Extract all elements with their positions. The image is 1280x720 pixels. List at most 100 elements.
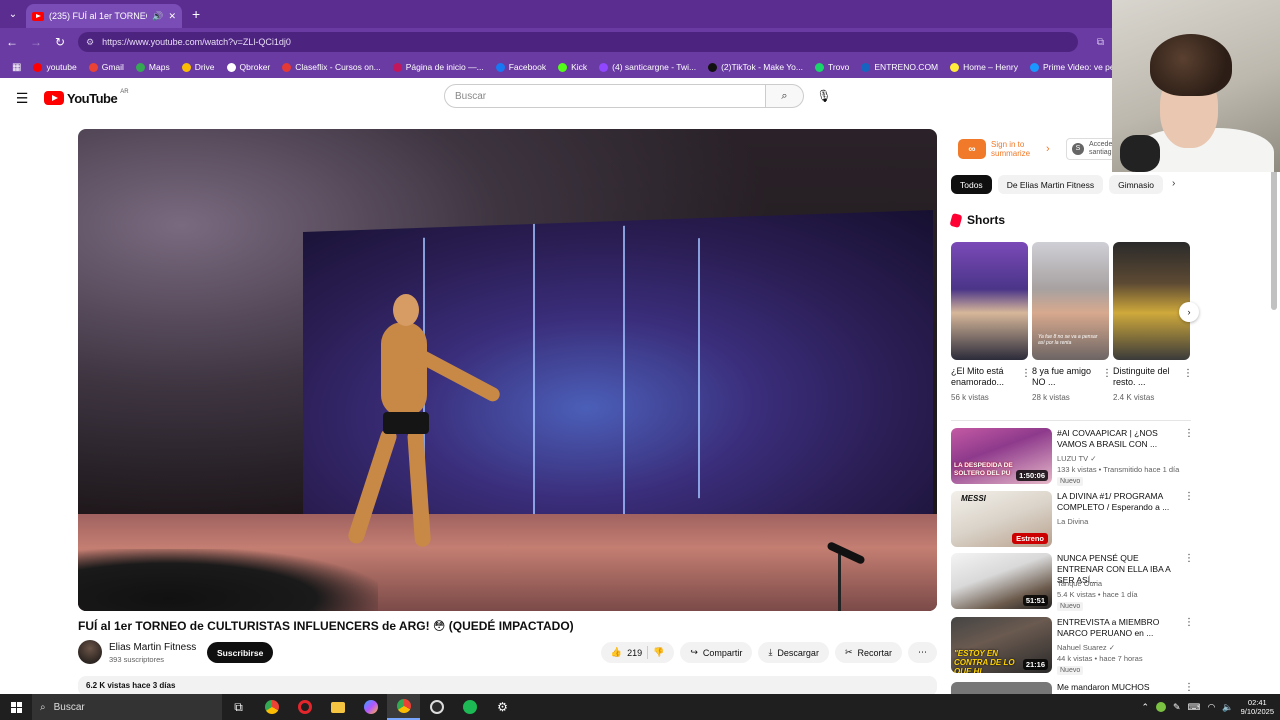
chips-next-chevron-icon[interactable]: › — [1172, 178, 1175, 189]
recommended-video[interactable]: MESSI Estreno LA DIVINA #1/ PROGRAMA COM… — [951, 491, 1194, 549]
obs-icon[interactable] — [420, 694, 453, 720]
video-title-link[interactable]: #AI COVAAPICAR | ¿NOS VAMOS A BRASIL CON… — [1057, 428, 1181, 450]
opera-icon[interactable] — [288, 694, 321, 720]
short-item[interactable]: ¿El Mito está enamorado... 56 k vistas ⋮ — [951, 242, 1031, 402]
video-player[interactable] — [78, 129, 937, 611]
video-thumbnail[interactable]: "ESTOY EN CONTRA DE LO QUE HI 21:16 — [951, 617, 1052, 673]
wifi-icon[interactable]: ◠ — [1208, 702, 1216, 713]
channel-name[interactable]: Elias Martin Fitness — [109, 642, 196, 653]
bookmark-item[interactable]: Claseflix - Cursos on... — [276, 62, 387, 72]
video-channel[interactable]: La Divina — [1057, 517, 1088, 526]
more-vertical-icon[interactable]: ⋮ — [1184, 553, 1194, 564]
url-omnibox[interactable]: ⚙ https://www.youtube.com/watch?v=ZLl-QC… — [78, 32, 1078, 52]
more-vertical-icon[interactable]: ⋮ — [1184, 428, 1194, 439]
voice-search-button[interactable]: 🎙 — [812, 84, 836, 108]
bookmark-item[interactable]: (2)TikTok - Make Yo... — [702, 62, 809, 72]
summarize-card[interactable]: ∞ Sign in to summarize › — [958, 137, 1054, 161]
video-thumbnail[interactable]: LA DESPEDIDA DE SOLTERO DEL PU 1:50:06 — [951, 428, 1052, 484]
close-tab-icon[interactable]: ✕ — [168, 11, 176, 22]
bookmark-item[interactable]: (4) santicargne - Twi... — [593, 62, 702, 72]
new-tab-button[interactable]: + — [192, 6, 200, 22]
recommended-video[interactable]: Me mandaron MUCHOS ⋮ — [951, 682, 1191, 694]
search-input[interactable]: Buscar — [444, 84, 766, 108]
bookmark-item[interactable]: Home – Henry — [944, 62, 1024, 72]
reload-icon[interactable]: ↻ — [48, 35, 72, 49]
filter-chip[interactable]: Gimnasio — [1109, 175, 1163, 194]
search-button[interactable]: ⌕ — [766, 84, 804, 108]
hamburger-menu-icon[interactable]: ☰ — [0, 90, 44, 107]
like-count[interactable]: 219 — [627, 648, 642, 658]
video-thumbnail[interactable]: 51:51 — [951, 553, 1052, 609]
bookmark-item[interactable]: Gmail — [83, 62, 130, 72]
spotify-icon[interactable] — [453, 694, 486, 720]
apps-grid-icon[interactable]: ▦ — [6, 62, 27, 73]
cast-icon[interactable]: ⧉ — [1097, 37, 1104, 48]
bookmark-item[interactable]: ENTRENO.COM — [855, 62, 944, 72]
short-thumbnail[interactable]: Ya fue 8 no se va a pensar así por la re… — [1032, 242, 1109, 360]
pen-icon[interactable]: ✎ — [1173, 702, 1181, 713]
chrome-profile-icon[interactable] — [387, 694, 420, 720]
subscribe-button[interactable]: Suscribirse — [207, 642, 274, 663]
video-thumbnail[interactable] — [951, 682, 1052, 694]
copilot-icon[interactable] — [354, 694, 387, 720]
more-vertical-icon[interactable]: ⋮ — [1184, 682, 1191, 693]
bookmark-item[interactable]: Prime Video: ve pelí... — [1024, 62, 1112, 72]
short-title[interactable]: 8 ya fue amigo NO ... — [1032, 366, 1098, 388]
chrome-icon[interactable] — [255, 694, 288, 720]
dislike-icon[interactable]: 👎 — [653, 647, 664, 658]
file-explorer-icon[interactable] — [321, 694, 354, 720]
short-item[interactable]: Distinguite del resto. ... 2.4 K vistas … — [1113, 242, 1193, 402]
video-title-link[interactable]: ENTREVISTA a MIEMBRO NARCO PERUANO en ..… — [1057, 617, 1181, 639]
share-button[interactable]: ↪ Compartir — [680, 642, 753, 663]
more-vertical-icon[interactable]: ⋮ — [1184, 617, 1194, 628]
video-thumbnail[interactable]: MESSI Estreno — [951, 491, 1052, 547]
tab-search-icon[interactable]: ⌄ — [0, 0, 26, 28]
filter-chip[interactable]: Todos — [951, 175, 992, 194]
bookmark-item[interactable]: Drive — [176, 62, 221, 72]
bookmark-item[interactable]: Página de inicio —... — [387, 62, 490, 72]
chevron-up-icon[interactable]: ⌃ — [1141, 702, 1149, 713]
keyboard-icon[interactable]: ⌨ — [1188, 702, 1201, 713]
bookmark-item[interactable]: Kick — [552, 62, 593, 72]
tray-app-icon[interactable] — [1156, 702, 1166, 712]
filter-chip[interactable]: De Elias Martin Fitness — [997, 175, 1104, 194]
bookmark-item[interactable]: youtube — [27, 62, 82, 72]
bookmark-item[interactable]: Trovo — [809, 62, 855, 72]
task-view-icon[interactable]: ⧉ — [222, 694, 255, 720]
more-actions-button[interactable]: ⋯ — [908, 642, 937, 663]
description-box[interactable]: 6.2 K vistas hace 3 días — [78, 676, 937, 696]
speaker-icon[interactable]: 🔊 — [152, 11, 163, 22]
more-vertical-icon[interactable]: ⋮ — [1183, 368, 1193, 379]
shorts-next-chevron-icon[interactable]: › — [1179, 302, 1199, 322]
clip-button[interactable]: ✂ Recortar — [834, 642, 902, 663]
short-thumbnail[interactable] — [951, 242, 1028, 360]
like-icon[interactable]: 👍 — [611, 647, 622, 658]
recommended-video[interactable]: LA DESPEDIDA DE SOLTERO DEL PU 1:50:06 #… — [951, 428, 1194, 486]
short-thumbnail[interactable] — [1113, 242, 1190, 360]
youtube-logo[interactable]: YouTube AR — [44, 89, 129, 106]
recommended-video[interactable]: "ESTOY EN CONTRA DE LO QUE HI 21:16 ENTR… — [951, 617, 1194, 675]
settings-gear-icon[interactable]: ⚙ — [486, 694, 519, 720]
download-button[interactable]: ⤓ Descargar — [758, 642, 829, 663]
bookmark-item[interactable]: Facebook — [490, 62, 552, 72]
more-vertical-icon[interactable]: ⋮ — [1184, 491, 1194, 502]
video-title-link[interactable]: LA DIVINA #1/ PROGRAMA COMPLETO / Espera… — [1057, 491, 1181, 513]
short-title[interactable]: Distinguite del resto. ... — [1113, 366, 1179, 388]
taskbar-clock[interactable]: 02:41 9/10/2025 — [1241, 698, 1274, 716]
site-info-icon[interactable]: ⚙ — [86, 37, 94, 48]
start-button[interactable] — [0, 694, 32, 720]
video-channel[interactable]: LUZU TV ✓ — [1057, 454, 1097, 463]
taskbar-search[interactable]: ⌕ Buscar — [32, 694, 222, 720]
more-vertical-icon[interactable]: ⋮ — [1021, 368, 1031, 379]
video-channel[interactable]: Tanque Ouria — [1057, 579, 1102, 588]
back-arrow-icon[interactable]: ← — [0, 35, 24, 49]
forward-arrow-icon[interactable]: → — [24, 35, 48, 49]
volume-icon[interactable]: 🔈 — [1222, 702, 1233, 713]
video-channel[interactable]: Nahuel Suarez ✓ — [1057, 643, 1115, 652]
bookmark-item[interactable]: Maps — [130, 62, 176, 72]
browser-tab-active[interactable]: (235) FUÍ al 1er TORNEO de 🔊 ✕ — [26, 4, 182, 28]
more-vertical-icon[interactable]: ⋮ — [1102, 368, 1112, 379]
video-title-link[interactable]: Me mandaron MUCHOS — [1057, 682, 1181, 693]
channel-avatar[interactable] — [78, 640, 102, 664]
short-title[interactable]: ¿El Mito está enamorado... — [951, 366, 1017, 388]
